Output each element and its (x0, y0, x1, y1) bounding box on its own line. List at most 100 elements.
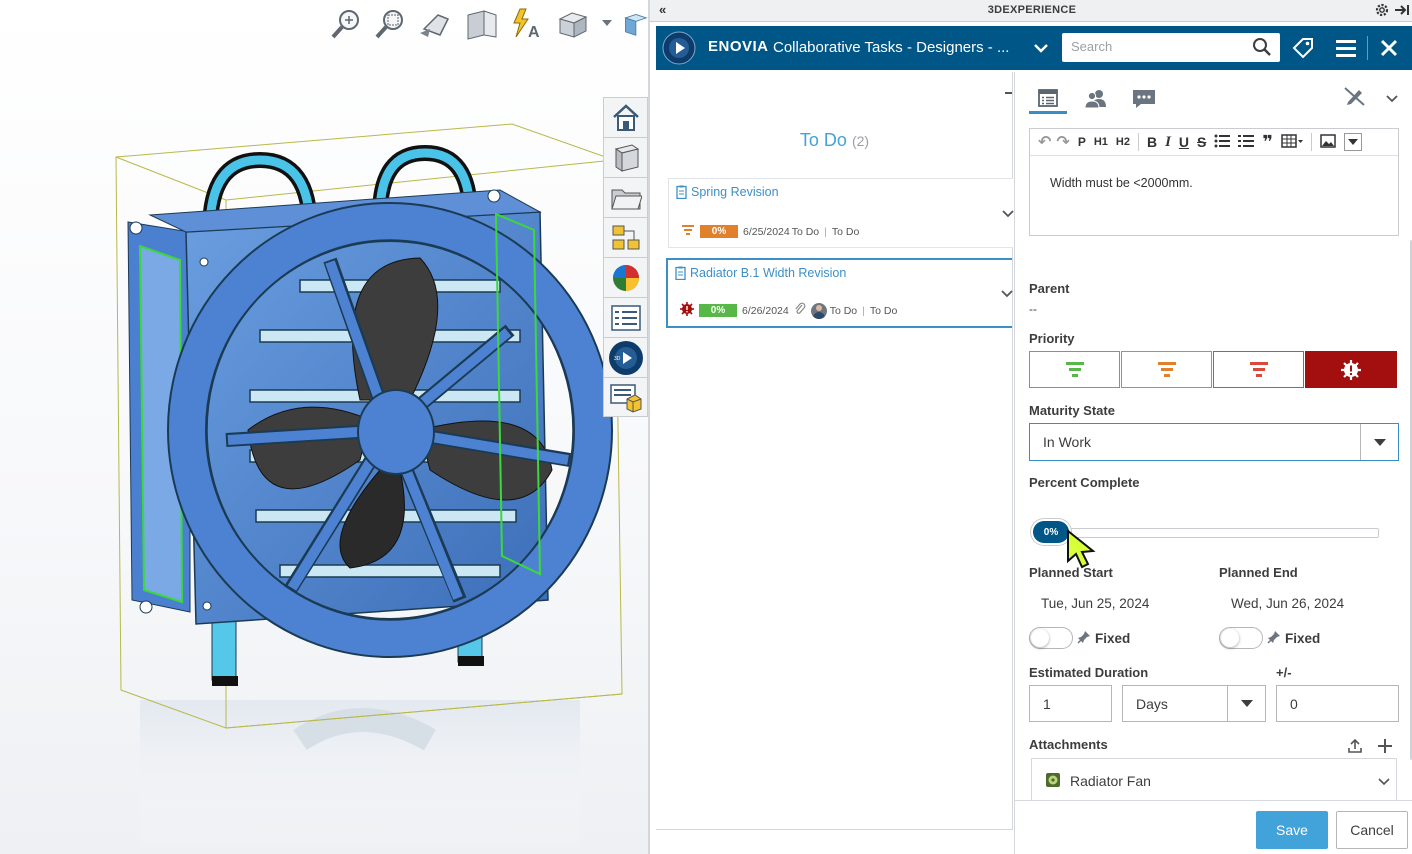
bold-button[interactable]: B (1147, 134, 1157, 150)
edit-icon[interactable] (1344, 86, 1366, 109)
maturity-select[interactable]: In Work (1029, 423, 1399, 461)
priority-high-button[interactable] (1213, 351, 1304, 388)
close-icon[interactable] (1380, 39, 1398, 60)
detail-footer: Save Cancel (1015, 800, 1412, 854)
cancel-button[interactable]: Cancel (1336, 811, 1408, 849)
start-fixed-toggle[interactable] (1029, 627, 1073, 649)
pin-icon[interactable] (1394, 3, 1410, 20)
custom-properties-icon[interactable] (603, 297, 648, 337)
bullet-list-icon[interactable] (1214, 134, 1231, 151)
est-duration-label: Estimated Duration (1029, 665, 1149, 680)
strikethrough-button[interactable]: S (1197, 134, 1206, 150)
upload-icon[interactable] (1347, 738, 1363, 757)
expand-chevron-icon[interactable] (1000, 287, 1014, 302)
folder-icon[interactable] (603, 177, 648, 217)
percent-slider-handle[interactable]: 0% (1033, 521, 1069, 543)
task-state: To Do (791, 225, 820, 238)
panel-titlebar: « 3DEXPERIENCE (650, 0, 1412, 22)
settings-icon[interactable] (1374, 2, 1390, 21)
part-icon[interactable] (603, 137, 648, 177)
description-editor[interactable]: ↶ ↷ P H1 H2 B I U S ❞ Width must be <200… (1029, 128, 1399, 236)
view-palette-icon[interactable] (603, 217, 648, 257)
duration-value: 1 (1043, 696, 1051, 712)
image-icon[interactable] (1320, 133, 1336, 151)
cad-viewport[interactable]: A 3D (0, 0, 648, 854)
divider (1367, 36, 1368, 60)
app-header: ENOVIA Collaborative Tasks - Designers -… (656, 26, 1412, 70)
fixed-label: Fixed (1285, 631, 1321, 646)
priority-medium-button[interactable] (1121, 351, 1212, 388)
dropdown-arrow-icon[interactable] (1227, 686, 1265, 721)
task-icon (676, 185, 687, 202)
chevron-down-icon[interactable] (1385, 92, 1399, 107)
compass-icon[interactable] (662, 31, 696, 68)
duration-unit-value: Days (1136, 696, 1168, 712)
more-icon[interactable] (1343, 133, 1362, 151)
duration-input[interactable]: 1 (1029, 685, 1112, 722)
priority-urgent-button[interactable] (1305, 351, 1397, 388)
duration-unit-select[interactable]: Days (1122, 685, 1266, 722)
task-name[interactable]: Radiator B.1 Width Revision (690, 266, 846, 280)
parent-value: -- (1029, 302, 1037, 316)
priority-low-button[interactable] (1029, 351, 1120, 388)
undo-icon[interactable]: ↶ (1038, 132, 1051, 152)
tag-icon[interactable] (1292, 37, 1314, 62)
todo-group-count: (2) (851, 133, 870, 149)
design-library-icon[interactable] (603, 377, 648, 417)
redo-icon[interactable]: ↷ (1056, 132, 1069, 152)
task-pane-tabs: 3D (603, 97, 648, 417)
paragraph-button[interactable]: P (1078, 135, 1086, 149)
planned-end-value[interactable]: Wed, Jun 26, 2024 (1231, 596, 1344, 611)
add-attachment-icon[interactable] (1377, 738, 1393, 757)
heading1-button[interactable]: H1 (1094, 136, 1108, 148)
separator: | (824, 225, 827, 238)
expand-chevron-icon[interactable] (1001, 207, 1015, 222)
menu-icon[interactable] (1336, 39, 1356, 60)
task-meta: 0% 6/26/2024 To Do | To Do (680, 302, 897, 319)
task-detail-panel: ↶ ↷ P H1 H2 B I U S ❞ Width must be <200… (1014, 72, 1412, 854)
underline-button[interactable]: U (1179, 134, 1189, 150)
plusminus-input[interactable]: 0 (1276, 685, 1399, 722)
planned-end-label: Planned End (1219, 565, 1298, 580)
task-card-selected[interactable]: Radiator B.1 Width Revision 0% 6/26/2024… (666, 258, 1014, 328)
separator: | (862, 304, 865, 317)
app-title[interactable]: Collaborative Tasks - Designers - ... (773, 39, 1023, 56)
percent-label: Percent Complete (1029, 475, 1140, 490)
save-button[interactable]: Save (1256, 811, 1328, 849)
number-list-icon[interactable] (1238, 134, 1255, 151)
radiator-fan-model[interactable] (0, 0, 648, 854)
heading2-button[interactable]: H2 (1116, 136, 1130, 148)
tab-members[interactable] (1077, 84, 1115, 114)
tab-comments[interactable] (1125, 84, 1163, 114)
planned-start-value[interactable]: Tue, Jun 25, 2024 (1041, 596, 1149, 611)
parent-label: Parent (1029, 281, 1070, 296)
appearance-icon[interactable] (603, 257, 648, 297)
collapse-list-icon[interactable] (1005, 92, 1012, 94)
part-thumbnail-icon (1045, 772, 1061, 791)
task-name[interactable]: Spring Revision (691, 185, 779, 199)
start-fixed: Fixed (1077, 630, 1130, 647)
italic-button[interactable]: I (1165, 134, 1171, 151)
plusminus-value: 0 (1290, 696, 1298, 712)
editor-divider (1310, 133, 1312, 151)
quote-icon[interactable]: ❞ (1262, 133, 1273, 151)
table-icon[interactable] (1281, 133, 1303, 151)
search-icon[interactable] (1252, 37, 1272, 60)
end-fixed-toggle[interactable] (1219, 627, 1263, 649)
3dexperience-compass-icon[interactable]: 3D (603, 337, 648, 377)
dropdown-arrow-icon[interactable] (1360, 424, 1398, 460)
home-icon[interactable] (603, 97, 648, 137)
editor-toolbar: ↶ ↷ P H1 H2 B I U S ❞ (1030, 129, 1398, 156)
chevron-down-icon[interactable] (1378, 774, 1390, 789)
search-box[interactable] (1062, 33, 1280, 62)
todo-group-header[interactable]: To Do (2) (656, 130, 1013, 151)
tab-properties[interactable] (1029, 84, 1067, 114)
task-icon (675, 266, 686, 283)
task-card[interactable]: Spring Revision 0% 6/25/2024 To Do | To … (668, 178, 1015, 248)
description-text[interactable]: Width must be <2000mm. (1030, 156, 1398, 210)
end-fixed: Fixed (1267, 630, 1320, 647)
task-state: To Do (869, 304, 898, 317)
title-chevron-down-icon[interactable] (1034, 41, 1048, 56)
search-input[interactable] (1071, 39, 1241, 54)
attachment-item[interactable]: Radiator Fan (1031, 758, 1397, 800)
